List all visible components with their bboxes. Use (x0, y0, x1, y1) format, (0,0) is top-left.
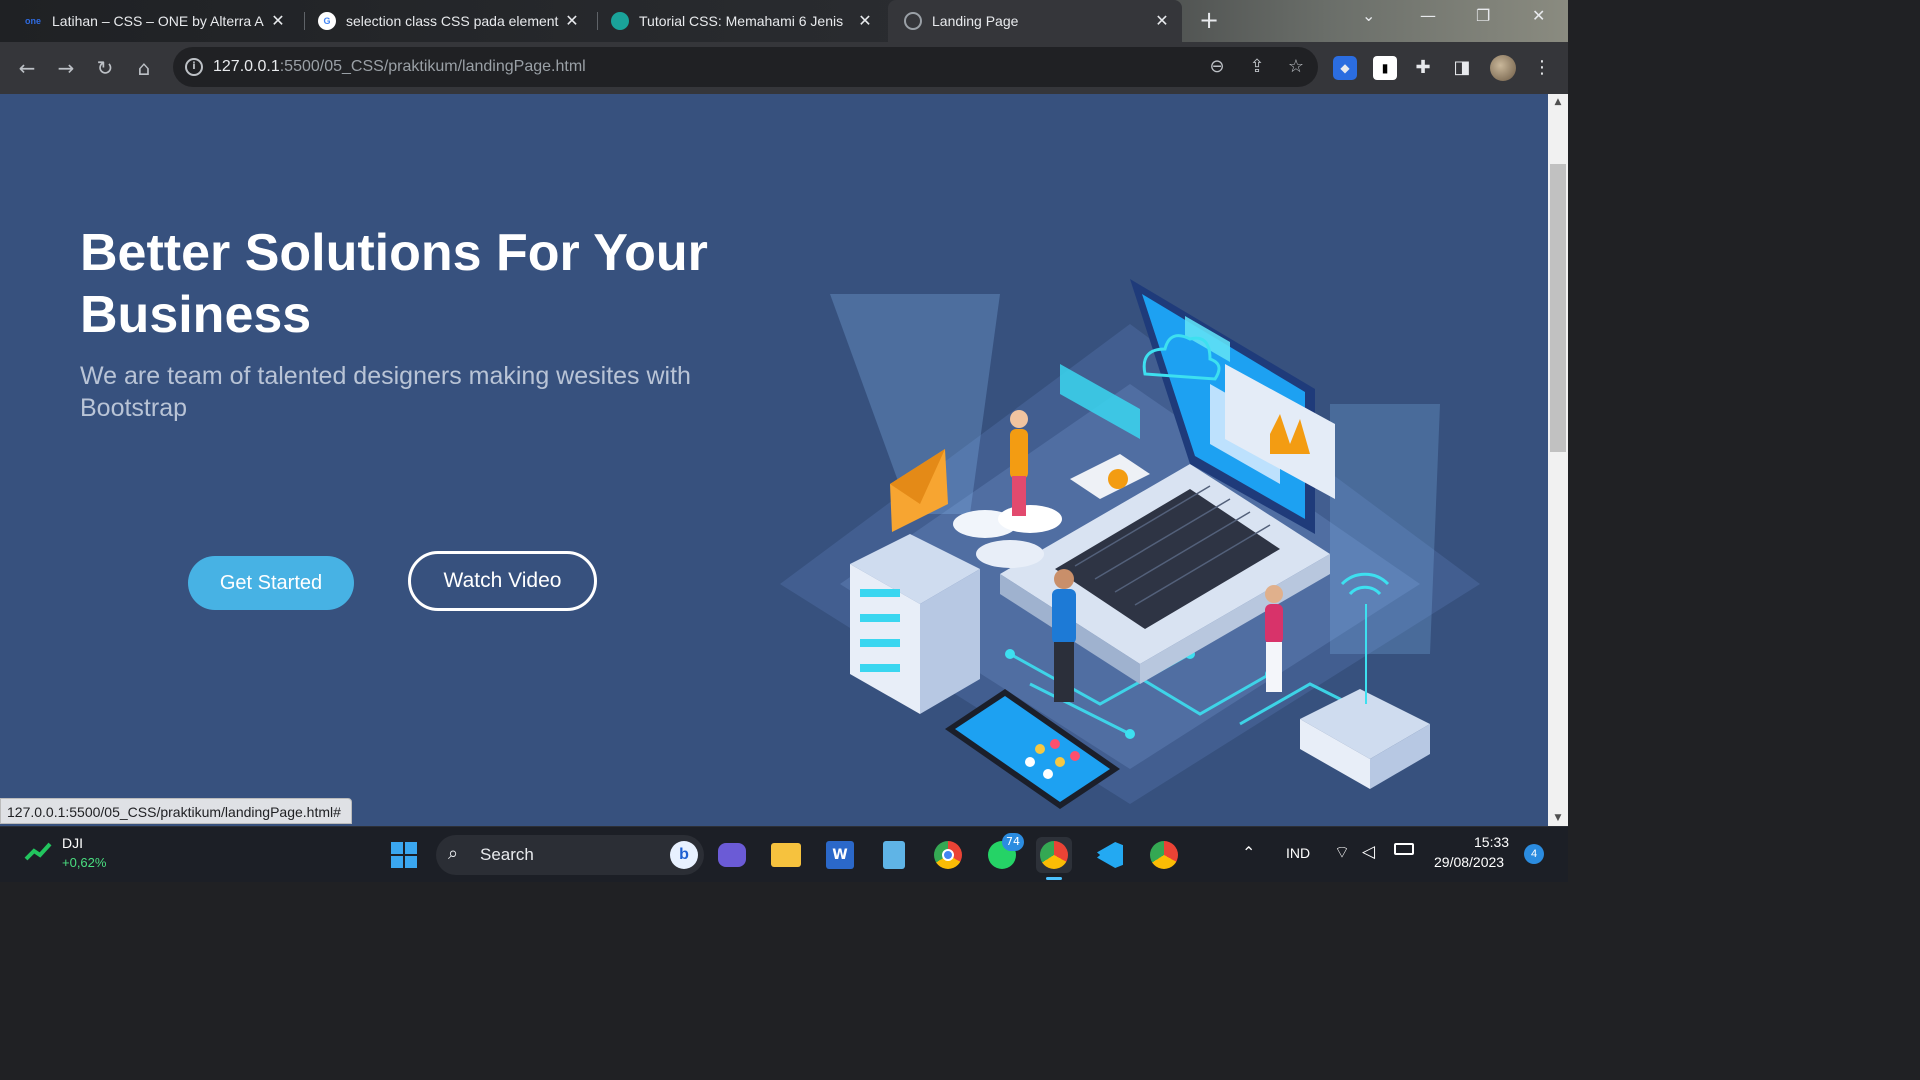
side-panel-icon[interactable]: ◨ (1450, 56, 1474, 80)
chrome-profile-icon[interactable] (1036, 837, 1072, 873)
chrome-icon[interactable] (930, 837, 966, 873)
hero-title: Better Solutions For Your Business (80, 224, 708, 344)
extension-icon[interactable]: ◆ (1333, 56, 1357, 80)
close-window-button[interactable]: ✕ (1532, 6, 1545, 25)
chrome-profile-2-icon[interactable] (1146, 837, 1182, 873)
stock-change: +0,62% (62, 855, 107, 870)
file-explorer-icon[interactable] (768, 837, 804, 873)
scroll-down-arrow-icon[interactable]: ▼ (1548, 810, 1568, 826)
status-url-bubble: 127.0.0.1:5500/05_CSS/praktikum/landingP… (0, 798, 352, 824)
notepad-icon[interactable] (876, 837, 912, 873)
close-icon[interactable]: ✕ (268, 11, 288, 31)
tab-title: Landing Page (932, 13, 1019, 29)
page-scrollbar[interactable]: ▲ ▼ (1548, 94, 1568, 826)
whatsapp-badge: 74 (1002, 833, 1024, 851)
home-button[interactable]: ⌂ (131, 55, 157, 81)
menu-kebab-icon[interactable]: ⋮ (1530, 56, 1554, 80)
language-indicator[interactable]: IND (1286, 845, 1310, 861)
reload-button[interactable]: ↻ (92, 55, 118, 81)
windows-start-icon[interactable] (386, 837, 422, 873)
tab-search-icon[interactable]: ⌄ (1362, 6, 1375, 25)
watch-video-button[interactable]: Watch Video (408, 551, 597, 611)
tab-latihan-css[interactable]: one Latihan – CSS – ONE by Alterra A ✕ (8, 0, 298, 42)
battery-icon[interactable] (1394, 843, 1414, 855)
search-placeholder: Search (480, 845, 534, 864)
zoom-icon[interactable]: ⊖ (1206, 56, 1228, 78)
scroll-up-arrow-icon[interactable]: ▲ (1548, 94, 1568, 110)
back-button[interactable]: ← (14, 55, 40, 81)
hero-subtitle: We are team of talented designers making… (80, 362, 691, 422)
teams-chat-icon[interactable] (714, 837, 750, 873)
extension-icon[interactable]: ▮ (1373, 56, 1397, 80)
stock-name[interactable]: DJI (62, 835, 83, 851)
browser-toolbar: ← → ↻ ⌂ i 127.0.0.1:5500/05_CSS/praktiku… (0, 42, 1568, 94)
vscode-icon[interactable] (1092, 837, 1128, 873)
share-icon[interactable]: ⇪ (1246, 56, 1268, 78)
windows-taskbar: DJI +0,62% ⌕ Search b W 74 ⌃ IND ⌔ ◁ 15:… (0, 826, 1568, 882)
tab-landing-page[interactable]: Landing Page ✕ (888, 0, 1182, 42)
browser-tab-strip: one Latihan – CSS – ONE by Alterra A ✕ G… (0, 0, 1568, 42)
stock-trend-icon[interactable] (24, 841, 52, 863)
globe-icon (904, 12, 922, 30)
close-icon[interactable]: ✕ (1152, 11, 1172, 31)
bing-icon[interactable]: b (670, 841, 698, 869)
profile-avatar[interactable] (1490, 55, 1516, 81)
notification-badge[interactable]: 4 (1524, 844, 1544, 864)
clock-date[interactable]: 29/08/2023 (1434, 854, 1504, 870)
forward-button[interactable]: → (53, 55, 79, 81)
scrollbar-thumb[interactable] (1550, 164, 1566, 452)
info-icon[interactable]: i (185, 58, 203, 76)
restore-button[interactable]: ❐ (1476, 6, 1490, 25)
new-tab-button[interactable]: + (1196, 8, 1222, 34)
whatsapp-icon[interactable]: 74 (984, 833, 1024, 873)
tab-title: Latihan – CSS – ONE by Alterra A (52, 13, 264, 29)
close-icon[interactable]: ✕ (855, 11, 875, 31)
minimize-button[interactable]: — (1420, 6, 1436, 25)
url-path: :5500/05_CSS/praktikum/landingPage.html (279, 58, 586, 75)
get-started-button[interactable]: Get Started (188, 556, 354, 610)
clock-time[interactable]: 15:33 (1474, 834, 1509, 850)
tab-title: selection class CSS pada element (346, 13, 559, 29)
url-text[interactable]: 127.0.0.1:5500/05_CSS/praktikum/landingP… (213, 58, 586, 76)
wifi-icon[interactable]: ⌔ (1334, 842, 1350, 863)
search-icon: ⌕ (448, 843, 459, 863)
google-favicon-icon: G (318, 12, 336, 30)
active-app-indicator (1046, 877, 1062, 880)
close-icon[interactable]: ✕ (562, 11, 582, 31)
show-hidden-icons-chevron-icon[interactable]: ⌃ (1242, 843, 1255, 863)
site-favicon-icon (611, 12, 629, 30)
tab-tutorial-css[interactable]: Tutorial CSS: Memahami 6 Jenis ✕ (595, 0, 885, 42)
address-bar[interactable]: i 127.0.0.1:5500/05_CSS/praktikum/landin… (173, 47, 1318, 87)
tab-title: Tutorial CSS: Memahami 6 Jenis (639, 13, 844, 29)
tab-selection-class[interactable]: G selection class CSS pada element ✕ (302, 0, 592, 42)
bookmark-star-icon[interactable]: ☆ (1285, 56, 1307, 78)
word-icon[interactable]: W (822, 837, 858, 873)
alterra-favicon-icon: one (24, 16, 41, 26)
volume-icon[interactable]: ◁ (1362, 842, 1375, 862)
hero-illustration (780, 279, 1480, 809)
taskbar-search-box[interactable]: ⌕ Search b (436, 835, 704, 875)
extensions-puzzle-icon[interactable]: ✚ (1411, 56, 1435, 80)
url-host: 127.0.0.1 (213, 58, 280, 75)
page-viewport: Better Solutions For Your Business We ar… (0, 94, 1548, 826)
